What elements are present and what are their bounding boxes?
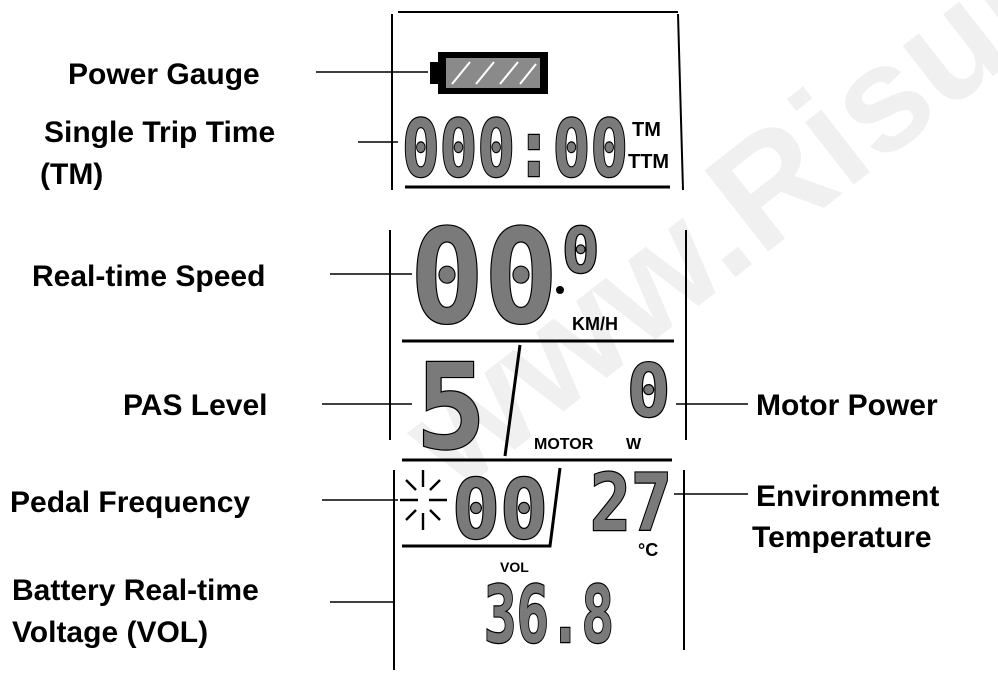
- motor-unit-label: W: [626, 436, 642, 453]
- sun-icon: [400, 470, 447, 530]
- power-gauge-label: Power Gauge: [68, 58, 260, 91]
- speed-decimal-point: [556, 286, 564, 294]
- motor-power-label: Motor Power: [756, 389, 938, 422]
- tm-unit-label: TM: [632, 119, 661, 141]
- pedal-frequency-label: Pedal Frequency: [10, 486, 250, 519]
- voltage-readout: 36.8: [484, 571, 614, 661]
- battery-voltage-label: Battery Real-time: [12, 574, 259, 607]
- speed-decimal-readout: 0: [562, 214, 599, 287]
- environment-temperature-label: Environment: [756, 480, 939, 513]
- single-trip-time-label: Single Trip Time: [44, 116, 275, 149]
- trip-time-readout: 000:00: [402, 105, 628, 195]
- speed-unit-label: KM/H: [572, 314, 618, 334]
- motor-label: MOTOR: [534, 436, 594, 453]
- speed-readout: 00: [410, 201, 558, 353]
- pas-level-label: PAS Level: [123, 389, 268, 422]
- real-time-speed-label: Real-time Speed: [32, 260, 265, 293]
- battery-icon: [430, 52, 548, 94]
- pedal-frequency-readout: 00: [452, 463, 548, 558]
- pas-level-readout: 5: [416, 338, 486, 476]
- single-trip-time-label-tm: (TM): [40, 158, 103, 191]
- lcd-display-diagram: www.Risun 000:00 TM TTM 00 0 KM/H 5 0 MO…: [10, 0, 998, 670]
- motor-power-readout: 0: [627, 349, 670, 433]
- temperature-unit-label: °C: [638, 540, 658, 560]
- environment-temperature-label-2: Temperature: [752, 521, 932, 554]
- temperature-readout: 27: [590, 459, 672, 549]
- ttm-unit-label: TTM: [628, 151, 669, 173]
- battery-voltage-label-2: Voltage (VOL): [12, 616, 208, 649]
